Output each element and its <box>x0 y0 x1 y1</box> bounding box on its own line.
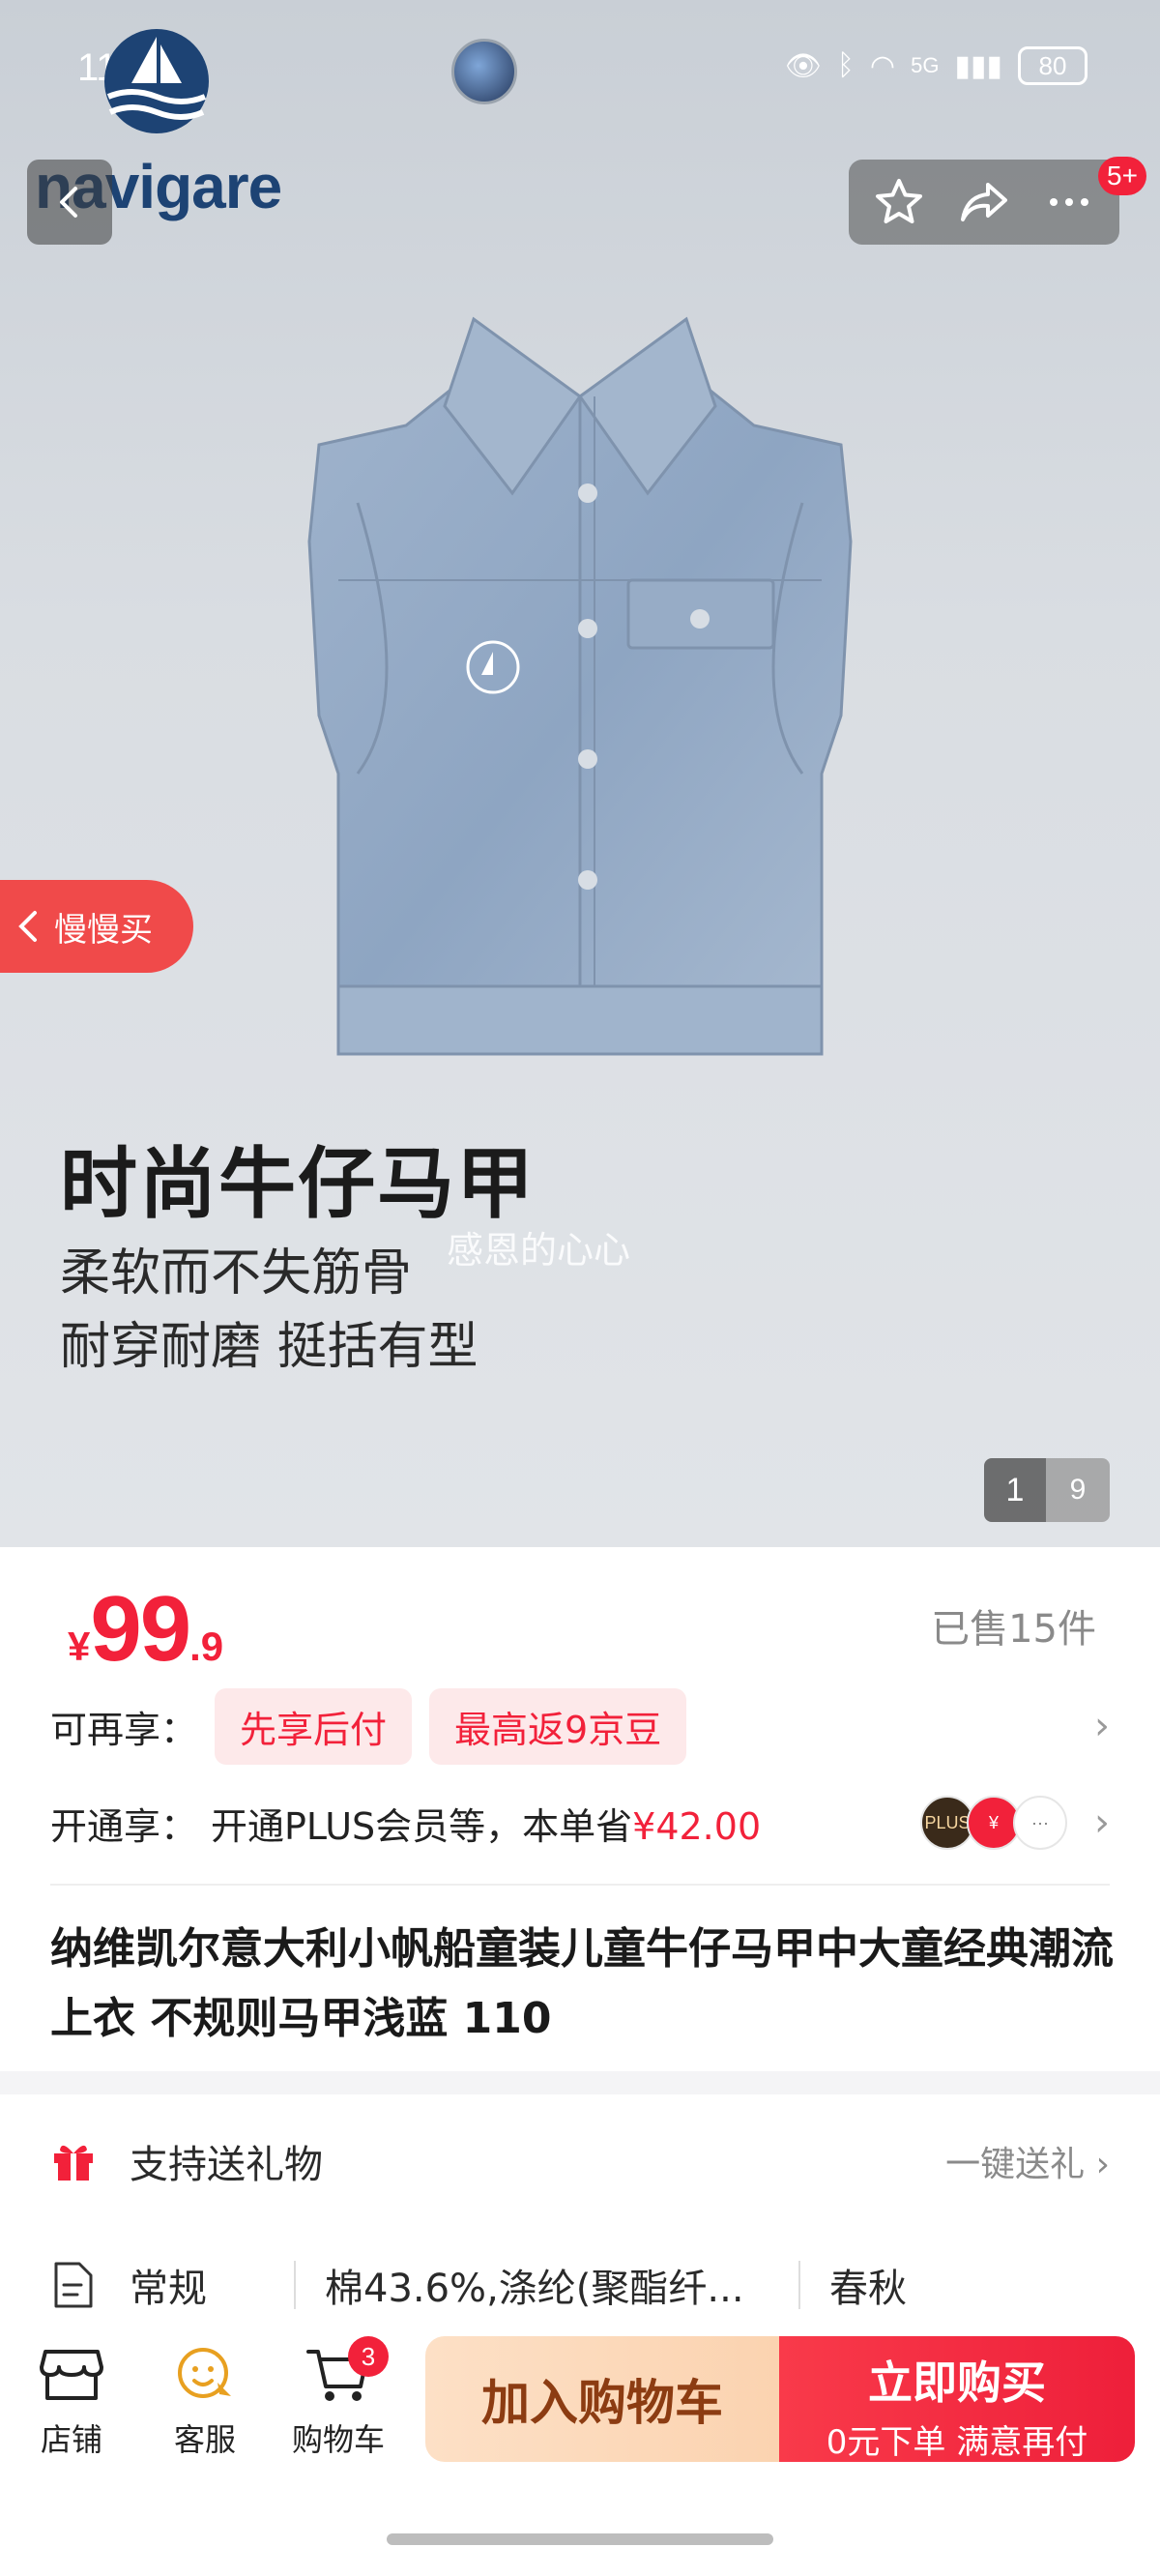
buy-now-label: 立即购买 <box>868 2356 1046 2409</box>
star-icon <box>876 179 922 223</box>
network-label: 5G <box>911 53 940 77</box>
document-icon <box>54 2262 93 2308</box>
spec-season: 春秋 <box>829 2267 907 2311</box>
message-badge: 5+ <box>1098 157 1146 195</box>
image-total: 9 <box>1046 1458 1110 1522</box>
promo-tag-pay-later[interactable]: 先享后付 <box>215 1687 413 1765</box>
battery-icon: 80 <box>1018 46 1088 85</box>
promotions-row[interactable]: 可再享： 先享后付 最高返9京豆 › <box>50 1683 1110 1770</box>
cart-count-badge: 3 <box>348 2336 389 2377</box>
chevron-right-icon: › <box>1094 1800 1110 1845</box>
back-button[interactable] <box>27 160 112 245</box>
spec-material: 棉43.6%,涤纶(聚酯纤... <box>325 2267 744 2311</box>
product-title: 纳维凯尔意大利小帆船童装儿童牛仔马甲中大童经典潮流上衣 不规则马甲浅蓝 110 <box>50 1924 1114 2043</box>
chevron-left-icon <box>18 911 37 942</box>
gift-label: 支持送礼物 <box>130 2143 323 2187</box>
gift-row[interactable]: 支持送礼物 一键送礼 › <box>50 2127 1110 2195</box>
section-gap <box>0 2071 1160 2094</box>
floating-avatar-icon[interactable] <box>451 39 517 104</box>
plus-label: 开通享： <box>50 1804 198 1848</box>
product-image-gallery[interactable]: 11:52 👁 ᛒ ◠ 5G ▮▮▮ 80 navigare <box>0 0 1160 1547</box>
customer-service-icon <box>178 2348 231 2398</box>
customer-service-button[interactable]: 客服 <box>147 2344 263 2460</box>
promotions-label: 可再享： <box>50 1708 198 1751</box>
chevron-right-icon: › <box>1094 1704 1110 1748</box>
top-action-bar <box>849 160 1119 245</box>
plus-row[interactable]: 开通享： 开通PLUS会员等，本单省¥42.00 PLUS ¥ ··· › <box>50 1789 1110 1857</box>
promo-tag-jingdou[interactable]: 最高返9京豆 <box>429 1687 687 1765</box>
chevron-left-icon <box>60 187 77 218</box>
favorite-button[interactable] <box>865 168 933 236</box>
divider <box>50 1884 1110 1886</box>
gift-icon <box>54 2145 93 2181</box>
slow-buy-button[interactable]: 慢慢买 <box>0 880 193 973</box>
service-label: 客服 <box>173 2421 236 2458</box>
wifi-icon: ◠ <box>869 49 896 82</box>
buy-now-sublabel: 0元下单 满意再付 <box>826 2423 1088 2462</box>
price-integer: 99 <box>90 1577 191 1681</box>
hero-title: 时尚牛仔马甲 <box>60 1139 536 1229</box>
cart-label: 购物车 <box>291 2421 385 2458</box>
image-counter: 1 9 <box>984 1458 1110 1522</box>
price-section: ¥99.9 已售15件 <box>0 1547 1160 1681</box>
home-indicator[interactable] <box>387 2533 773 2545</box>
bottom-action-bar: 店铺 客服 3 购物车 加入购物车 立即购买 0元下单 满意再付 <box>0 2321 1160 2495</box>
buy-now-button[interactable]: 立即购买 0元下单 满意再付 <box>779 2336 1135 2462</box>
spec-row[interactable]: 常规 棉43.6%,涤纶(聚酯纤... 春秋 <box>50 2251 1110 2319</box>
add-to-cart-button[interactable]: 加入购物车 <box>425 2336 779 2462</box>
watermark: 感恩的心心 <box>447 1229 631 1272</box>
status-icons: 👁 ᛒ ◠ 5G ▮▮▮ 80 <box>785 46 1088 85</box>
denim-vest-image <box>307 316 853 1056</box>
price-decimal: .9 <box>189 1624 224 1669</box>
share-icon <box>961 183 1007 221</box>
eye-icon: 👁 <box>784 49 822 82</box>
bluetooth-icon: ᛒ <box>836 49 855 81</box>
hero-subtitle-1: 柔软而不失筋骨 <box>60 1244 413 1303</box>
plus-benefit-icons: PLUS ¥ ··· <box>920 1796 1067 1850</box>
slow-buy-label: 慢慢买 <box>54 910 153 950</box>
share-button[interactable] <box>950 168 1018 236</box>
signal-icon: ▮▮▮ <box>954 49 1002 82</box>
sailboat-logo-icon <box>104 29 209 133</box>
more-button[interactable] <box>1035 168 1103 236</box>
plus-amount: ¥42.00 <box>632 1804 762 1848</box>
price: ¥99.9 <box>68 1576 223 1683</box>
more-dots-icon <box>1050 198 1088 206</box>
store-label: 店铺 <box>40 2421 102 2458</box>
hero-subtitle-2: 耐穿耐磨 挺括有型 <box>60 1318 478 1376</box>
spec-fit: 常规 <box>130 2267 207 2311</box>
store-button[interactable]: 店铺 <box>14 2344 130 2460</box>
image-index: 1 <box>984 1458 1046 1522</box>
one-click-gift-link[interactable]: 一键送礼 › <box>945 2136 1110 2186</box>
plus-text: 开通PLUS会员等，本单省¥42.00 <box>211 1804 762 1848</box>
price-currency: ¥ <box>68 1624 91 1669</box>
store-icon <box>40 2350 103 2400</box>
sold-count: 已售15件 <box>931 1607 1096 1652</box>
cart-button[interactable]: 3 购物车 <box>280 2336 396 2460</box>
more-dots-icon: ··· <box>1013 1796 1067 1850</box>
